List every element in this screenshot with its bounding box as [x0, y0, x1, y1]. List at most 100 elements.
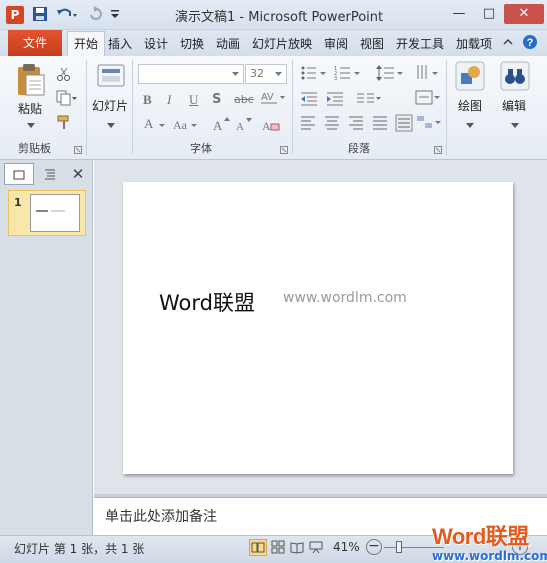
svg-text:AV: AV — [261, 92, 274, 103]
tab-view[interactable]: 视图 — [360, 35, 384, 52]
tab-slideshow[interactable]: 幻灯片放映 — [252, 35, 312, 52]
group-separator — [132, 60, 133, 155]
align-left-icon[interactable] — [300, 116, 316, 133]
find-binoculars-icon[interactable] — [500, 61, 530, 94]
clipboard-group-label: 剪贴板 — [18, 142, 51, 155]
editing-button[interactable]: 编辑 — [502, 97, 526, 114]
numbering-icon[interactable]: 123 — [334, 65, 362, 84]
editing-dropdown-icon[interactable] — [511, 118, 519, 132]
new-slide-button[interactable]: 幻灯片 — [92, 97, 128, 114]
drawing-button[interactable]: 绘图 — [458, 97, 482, 114]
tab-developer[interactable]: 开发工具 — [396, 35, 444, 52]
wordlm-watermark: Word联盟 www.wordlm.com — [432, 519, 547, 563]
minimize-button[interactable]: — — [446, 4, 472, 24]
copy-icon[interactable] — [56, 90, 78, 109]
cut-icon[interactable] — [56, 66, 72, 85]
powerpoint-logo-icon[interactable]: P — [6, 6, 24, 24]
text-shadow-icon[interactable]: S — [212, 92, 221, 107]
zoom-slider-thumb[interactable] — [396, 541, 402, 553]
slide-url-text: www.wordlm.com — [283, 290, 407, 306]
watermark-brand: Word联盟 — [432, 524, 529, 549]
group-separator — [86, 60, 87, 155]
paste-button[interactable]: 粘贴 — [18, 100, 42, 117]
notes-placeholder[interactable]: 单击此处添加备注 — [105, 506, 217, 526]
close-button[interactable]: ✕ — [504, 4, 544, 24]
smartart-icon[interactable] — [416, 114, 442, 135]
decrease-indent-icon[interactable] — [300, 92, 318, 109]
slides-tab-icon[interactable] — [4, 163, 34, 185]
paragraph-group-label: 段落 — [348, 142, 370, 155]
font-group-label: 字体 — [190, 142, 212, 155]
increase-indent-icon[interactable] — [326, 92, 344, 109]
paragraph-launcher-icon[interactable] — [434, 143, 442, 157]
slide-sorter-view-icon[interactable] — [271, 540, 285, 557]
slide-number: 1 — [14, 196, 22, 209]
drawing-dropdown-icon[interactable] — [466, 118, 474, 132]
new-slide-dropdown-icon[interactable] — [107, 118, 115, 132]
justify-icon[interactable] — [372, 116, 388, 133]
slide-canvas[interactable] — [123, 182, 513, 474]
tab-design[interactable]: 设计 — [144, 35, 168, 52]
close-pane-icon[interactable]: ✕ — [66, 163, 90, 185]
group-separator — [292, 60, 293, 155]
redo-icon[interactable] — [88, 6, 102, 24]
align-text-icon[interactable] — [415, 89, 441, 110]
help-icon[interactable]: ? — [522, 34, 538, 53]
bold-icon[interactable]: B — [143, 92, 152, 108]
window-title: 演示文稿1 - Microsoft PowerPoint — [175, 10, 384, 25]
italic-icon[interactable]: I — [167, 92, 171, 108]
clear-formatting-icon[interactable]: A — [262, 116, 280, 137]
font-size-combo[interactable]: 32 — [245, 64, 287, 84]
maximize-button[interactable]: □ — [476, 4, 502, 24]
svg-text:3: 3 — [334, 76, 337, 81]
tab-home[interactable]: 开始 — [67, 31, 106, 56]
font-name-combo[interactable] — [138, 64, 244, 84]
tab-insert[interactable]: 插入 — [108, 35, 132, 52]
font-color-icon[interactable]: A — [143, 116, 167, 137]
line-spacing-icon[interactable] — [376, 65, 404, 84]
slide-count-status: 幻灯片 第 1 张，共 1 张 — [14, 542, 145, 556]
undo-icon[interactable] — [56, 6, 78, 24]
normal-view-icon[interactable] — [249, 539, 267, 556]
bullets-icon[interactable] — [300, 65, 328, 84]
svg-text:Aa: Aa — [173, 118, 188, 132]
font-launcher-icon[interactable] — [280, 143, 288, 157]
paste-dropdown-icon[interactable] — [27, 118, 35, 132]
svg-text:A: A — [262, 119, 271, 133]
font-size-value: 32 — [250, 67, 264, 80]
underline-icon[interactable]: U — [189, 92, 198, 108]
drawing-shapes-icon[interactable] — [455, 61, 485, 94]
tab-file[interactable]: 文件 — [8, 30, 62, 56]
tab-animations[interactable]: 动画 — [216, 35, 240, 52]
svg-text:A: A — [213, 118, 223, 133]
outline-tab-icon[interactable] — [35, 163, 65, 185]
tab-transitions[interactable]: 切换 — [180, 35, 204, 52]
save-icon[interactable] — [32, 6, 48, 24]
columns-icon[interactable] — [356, 92, 382, 109]
customize-qat-icon[interactable] — [110, 6, 120, 24]
slide-title-text[interactable]: Word联盟 — [159, 287, 255, 317]
new-slide-icon[interactable] — [97, 62, 125, 93]
svg-text:?: ? — [527, 37, 534, 49]
character-spacing-icon[interactable]: AV — [260, 90, 286, 109]
paste-icon[interactable] — [16, 63, 46, 100]
align-center-icon[interactable] — [324, 116, 340, 133]
clipboard-launcher-icon[interactable] — [74, 143, 82, 157]
grow-font-icon[interactable]: A — [213, 116, 231, 137]
zoom-out-button[interactable]: − — [366, 539, 382, 555]
distributed-icon[interactable] — [395, 114, 413, 135]
minimize-ribbon-icon[interactable] — [502, 36, 514, 51]
change-case-icon[interactable]: Aa — [172, 116, 198, 137]
tab-addins[interactable]: 加载项 — [456, 35, 492, 52]
slide-thumbnail[interactable] — [30, 194, 80, 232]
tab-review[interactable]: 审阅 — [324, 35, 348, 52]
align-right-icon[interactable] — [348, 116, 364, 133]
svg-text:A: A — [144, 116, 154, 131]
reading-view-icon[interactable] — [290, 540, 304, 557]
text-direction-icon[interactable] — [415, 63, 441, 86]
format-painter-icon[interactable] — [56, 114, 72, 133]
zoom-level[interactable]: 41% — [333, 540, 360, 554]
shrink-font-icon[interactable]: A — [236, 116, 254, 137]
strikethrough-icon[interactable]: abc — [234, 93, 254, 106]
slideshow-view-icon[interactable] — [309, 540, 323, 557]
